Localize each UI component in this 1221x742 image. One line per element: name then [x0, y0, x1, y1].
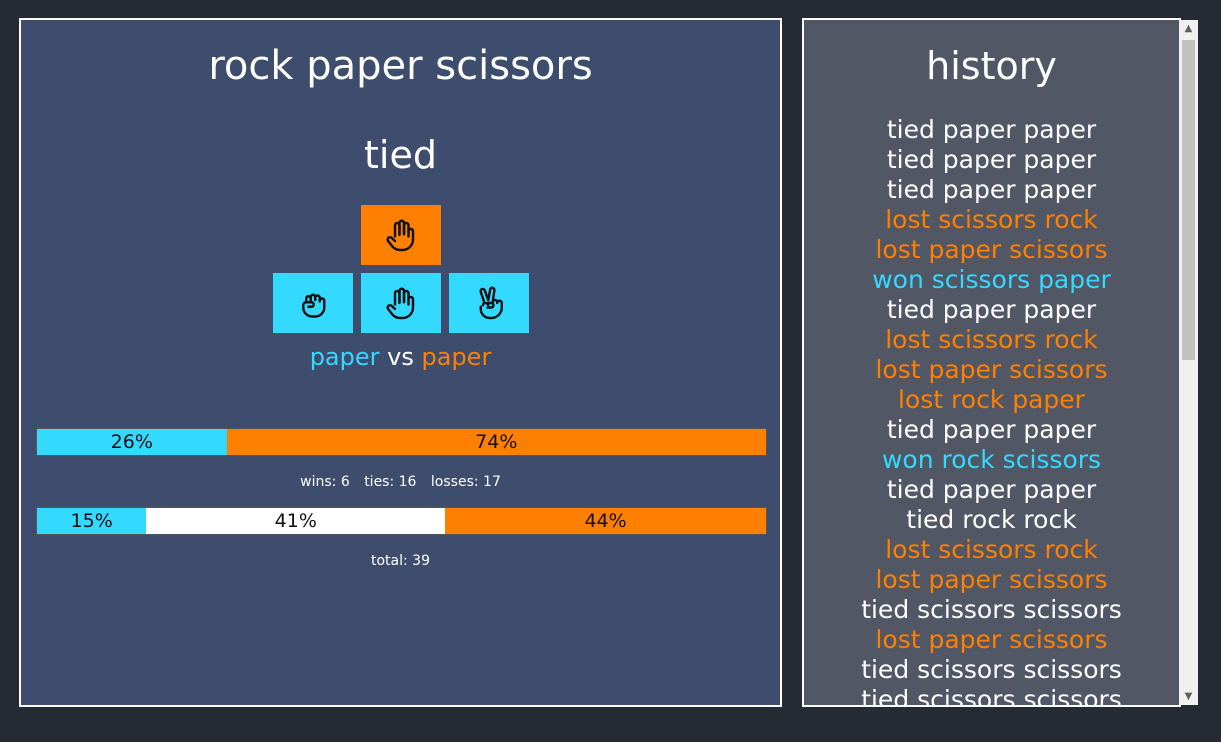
fist-icon — [302, 293, 326, 318]
ties-stat: ties: 16 — [364, 474, 417, 490]
matchup-text: paper vs paper — [21, 342, 780, 372]
wins-stat: wins: 6 — [300, 474, 350, 490]
round-result: tied — [364, 133, 437, 177]
history-item: tied scissors scissors — [861, 685, 1122, 707]
history-item: tied paper paper — [886, 415, 1097, 444]
history-item: lost scissors rock — [885, 205, 1098, 234]
history-item: won rock scissors — [881, 445, 1102, 474]
paper-button[interactable] — [361, 273, 441, 333]
win-segment: 26% — [37, 429, 227, 455]
history-item: lost paper scissors — [875, 565, 1108, 594]
losses-stat: losses: 17 — [430, 474, 501, 490]
history-item: tied paper paper — [886, 295, 1097, 324]
history-item: tied paper paper — [886, 475, 1097, 504]
loss-segment: 74% — [226, 429, 766, 455]
win-segment: 15% — [37, 508, 147, 534]
history-item: lost paper scissors — [875, 235, 1108, 264]
scroll-up-arrow-icon[interactable]: ▲ — [1179, 20, 1198, 37]
history-item: tied paper paper — [886, 145, 1097, 174]
rock-button[interactable] — [273, 273, 353, 333]
game-title: rock paper scissors — [208, 43, 593, 89]
scissors-button[interactable] — [449, 273, 529, 333]
open-hand-icon — [386, 287, 415, 320]
history-scrollbar[interactable]: ▲ ▼ — [1179, 20, 1198, 705]
history-item: lost scissors rock — [885, 535, 1098, 564]
history-item: tied scissors scissors — [861, 595, 1122, 624]
total-games: total: 39 — [371, 553, 430, 569]
history-item: won scissors paper — [872, 265, 1111, 294]
history-panel[interactable]: history tied paper paper tied paper paper… — [802, 18, 1181, 707]
history-item: lost scissors rock — [885, 325, 1098, 354]
history-item: tied rock rock — [906, 505, 1077, 534]
cpu-move: paper — [421, 343, 492, 371]
scroll-down-arrow-icon[interactable]: ▼ — [1179, 688, 1198, 705]
scroll-thumb[interactable] — [1182, 40, 1195, 360]
history-item: lost paper scissors — [875, 625, 1108, 654]
open-hand-icon — [386, 219, 415, 252]
history-item: tied paper paper — [886, 115, 1097, 144]
loss-segment: 44% — [445, 508, 766, 534]
history-list: tied paper paper tied paper paper tied pap… — [804, 115, 1179, 707]
win-loss-bar: 26% 74% — [36, 428, 767, 456]
win-tie-loss-stats: wins: 6 ties: 16 losses: 17 — [21, 474, 780, 490]
history-item: tied paper paper — [886, 175, 1097, 204]
vs-label: vs — [387, 343, 414, 371]
history-item: lost rock paper — [898, 385, 1085, 414]
cpu-choice-tile — [361, 205, 441, 265]
tie-segment: 41% — [146, 508, 446, 534]
player-move: paper — [309, 343, 380, 371]
victory-hand-icon — [479, 286, 503, 320]
history-item: lost paper scissors — [875, 355, 1108, 384]
history-title: history — [926, 44, 1057, 88]
history-item: tied scissors scissors — [861, 655, 1122, 684]
outcome-bar: 15% 41% 44% — [36, 507, 767, 535]
game-panel: rock paper scissors tied paper vs paper … — [19, 18, 782, 707]
